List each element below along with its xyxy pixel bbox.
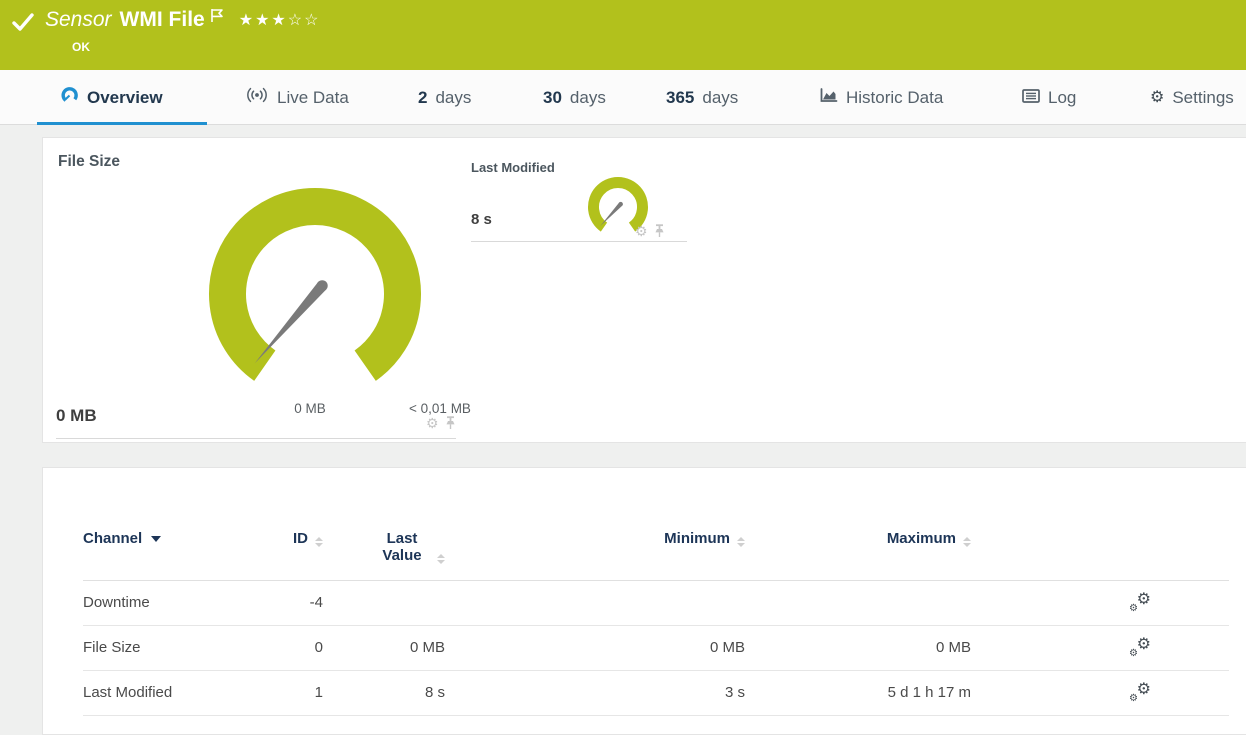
tab-30-days[interactable]: 30 days — [543, 70, 606, 125]
column-label: Channel — [83, 530, 143, 547]
panel-divider — [56, 438, 456, 439]
gauge-title-last-modified: Last Modified — [471, 160, 555, 175]
status-badge: OK — [72, 40, 90, 54]
channel-last-value: 0 MB — [323, 625, 445, 671]
channel-minimum — [445, 580, 745, 626]
channel-name: File Size — [83, 625, 263, 671]
column-header-minimum[interactable]: Minimum — [445, 514, 745, 581]
channel-minimum: 3 s — [445, 670, 745, 716]
tab-label: Settings — [1172, 87, 1234, 107]
channel-name: Last Modified — [83, 670, 263, 716]
sort-icon — [737, 537, 745, 547]
channel-name: Downtime — [83, 580, 263, 626]
tab-label: days — [569, 87, 606, 107]
tab-label: Historic Data — [846, 87, 944, 107]
gauge-title-file-size: File Size — [58, 153, 121, 170]
gauge-scale-min: 0 MB — [294, 401, 326, 416]
sort-icon — [315, 537, 323, 547]
channel-id: -4 — [263, 580, 323, 626]
tab-overview[interactable]: Overview — [60, 70, 163, 125]
file-size-current-value: 0 MB — [56, 406, 97, 425]
priority-stars[interactable]: ★★★☆☆ — [239, 10, 321, 30]
column-label: ID — [293, 530, 308, 547]
column-label: Minimum — [664, 530, 730, 547]
channel-settings-gears-icon[interactable]: ⚙ ⚙ — [1129, 636, 1151, 659]
live-signal-icon — [245, 87, 269, 108]
pin-icon[interactable] — [445, 416, 456, 435]
column-header-channel[interactable]: Channel — [83, 514, 263, 581]
channel-settings-gears-icon[interactable]: ⚙ ⚙ — [1129, 591, 1151, 614]
table-header-row: Channel ID Last Value Minimum Maximum — [83, 514, 1229, 581]
channel-id: 0 — [263, 625, 323, 671]
sensor-header: Sensor WMI File ★★★☆☆ OK — [0, 0, 1246, 70]
file-size-gauge — [209, 188, 421, 381]
table-row-downtime: Downtime -4 ⚙ ⚙ — [83, 580, 1229, 626]
tab-label: Log — [1048, 87, 1077, 107]
sort-icon — [437, 554, 445, 564]
channel-maximum — [745, 580, 971, 626]
tab-bar: Overview Live Data 2 days 30 days 365 da… — [0, 70, 1246, 125]
sensor-name: WMI File — [119, 8, 205, 31]
sort-icon — [963, 537, 971, 547]
tab-label: Live Data — [277, 87, 349, 107]
channel-minimum: 0 MB — [445, 625, 745, 671]
column-label: Last Value — [382, 530, 422, 564]
table-row-last-modified: Last Modified 1 8 s 3 s 5 d 1 h 17 m ⚙ ⚙ — [83, 670, 1229, 716]
gauge-scale-max: < 0,01 MB — [409, 401, 471, 416]
last-modified-current-value: 8 s — [471, 211, 492, 228]
channel-maximum: 0 MB — [745, 625, 971, 671]
active-tab-underline — [37, 122, 207, 125]
channels-table: Channel ID Last Value Minimum Maximum Do… — [83, 514, 1229, 716]
tab-365-days[interactable]: 365 days — [666, 70, 738, 125]
log-list-icon — [1022, 88, 1040, 108]
channels-table-card: Channel ID Last Value Minimum Maximum Do… — [42, 467, 1246, 735]
sensor-title-row: Sensor WMI File ★★★☆☆ — [12, 6, 320, 38]
sort-caret-down-icon — [151, 536, 162, 542]
gauge-icon — [60, 86, 79, 110]
column-label: Maximum — [886, 530, 956, 547]
area-chart-icon — [820, 87, 838, 108]
tab-live-data[interactable]: Live Data — [245, 70, 349, 125]
gauge-tools: ⚙ — [426, 416, 456, 435]
column-header-last-value[interactable]: Last Value — [323, 514, 445, 581]
prtg-sensor-page: Sensor WMI File ★★★☆☆ OK Overview Live D… — [0, 0, 1246, 735]
column-header-maximum[interactable]: Maximum — [745, 514, 971, 581]
channel-id: 1 — [263, 670, 323, 716]
tab-historic-data[interactable]: Historic Data — [820, 70, 943, 125]
tab-log[interactable]: Log — [1022, 70, 1076, 125]
column-header-actions — [971, 514, 1229, 581]
gauge-settings-gear-icon[interactable]: ⚙ — [426, 416, 439, 430]
flag-icon[interactable] — [210, 8, 225, 28]
channel-settings-gears-icon[interactable]: ⚙ ⚙ — [1129, 681, 1151, 704]
panel-divider — [471, 241, 687, 242]
overview-gauges-card: File Size 0 MB < 0,01 MB 0 MB ⚙ Last Mod… — [42, 137, 1246, 443]
gauge-settings-gear-icon[interactable]: ⚙ — [635, 224, 648, 238]
status-check-icon — [12, 13, 35, 38]
channel-last-value — [323, 580, 445, 626]
tab-settings[interactable]: ⚙ Settings — [1150, 70, 1234, 125]
gear-icon: ⚙ — [1150, 88, 1165, 106]
channel-maximum: 5 d 1 h 17 m — [745, 670, 971, 716]
sensor-type-label: Sensor — [45, 8, 112, 31]
tab-label: days — [702, 87, 739, 107]
channel-last-value: 8 s — [323, 670, 445, 716]
table-row-file-size: File Size 0 0 MB 0 MB 0 MB ⚙ ⚙ — [83, 625, 1229, 671]
tab-2-days[interactable]: 2 days — [418, 70, 471, 125]
column-header-id[interactable]: ID — [263, 514, 323, 581]
tab-label: days — [435, 87, 472, 107]
tab-days-count: 30 — [543, 87, 562, 107]
tab-label: Overview — [87, 87, 163, 107]
tab-days-count: 365 — [666, 87, 695, 107]
tab-days-count: 2 — [418, 87, 428, 107]
